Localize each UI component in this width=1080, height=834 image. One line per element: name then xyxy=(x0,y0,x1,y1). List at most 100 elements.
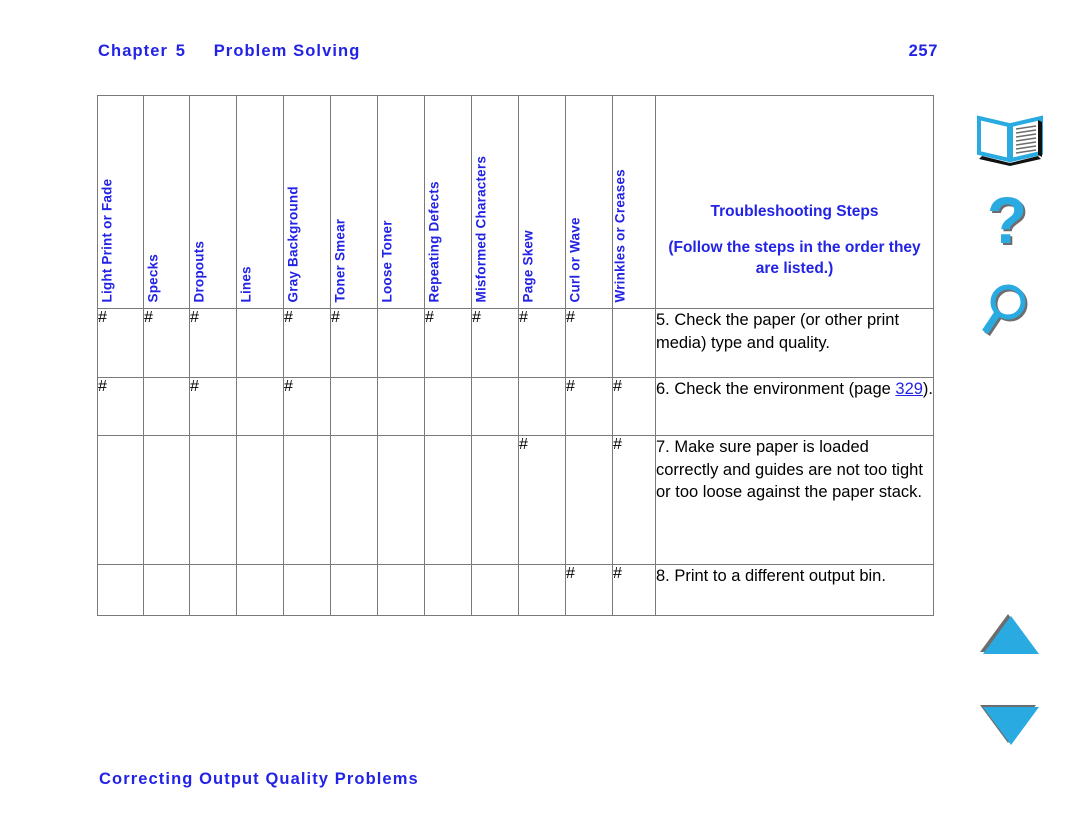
column-header-label: Toner Smear xyxy=(332,218,348,302)
header-page-number: 257 xyxy=(908,42,938,60)
mark-cell: # xyxy=(518,308,566,378)
mark-cell: # xyxy=(565,308,613,378)
mark-cell xyxy=(424,564,472,616)
mark-cell xyxy=(471,564,519,616)
column-header-label: Loose Toner xyxy=(379,219,395,302)
header-chapter-number: 5 xyxy=(175,42,187,60)
mark-cell xyxy=(143,564,190,616)
table-row: # # 7. Make sure paper is loaded correct… xyxy=(97,435,934,565)
step-text: 5. Check the paper (or other print media… xyxy=(656,311,900,352)
mark-cell xyxy=(377,377,425,436)
mark-cell xyxy=(143,377,190,436)
mark-cell xyxy=(424,377,472,436)
mark-cell: # xyxy=(283,308,331,378)
column-header-label: Curl or Wave xyxy=(567,216,583,302)
column-header-wrinkles-or-creases: Wrinkles or Creases xyxy=(612,95,656,309)
column-header-label: Specks xyxy=(145,253,160,302)
column-header-label: Wrinkles or Creases xyxy=(612,168,628,302)
step-text-tail: ). xyxy=(922,380,934,398)
step-text: 8. Print to a different output bin. xyxy=(656,567,886,585)
document-page: Chapter 5 Problem Solving 257 Light Prin… xyxy=(0,0,1080,834)
column-header-label: Repeating Defects xyxy=(426,180,442,302)
mark-cell: # xyxy=(612,435,656,565)
mark-cell xyxy=(189,435,237,565)
mark-cell xyxy=(518,564,566,616)
header-breadcrumb: Chapter 5 Problem Solving xyxy=(98,42,360,61)
column-header-misformed-characters: Misformed Characters xyxy=(471,95,519,309)
table-row: # # # # # 6. Check the environment (page… xyxy=(97,377,934,436)
book-icon[interactable] xyxy=(955,112,1065,166)
mark-cell xyxy=(424,435,472,565)
mark-cell xyxy=(330,435,378,565)
table-row: # # # # # # # # # 5. Check the paper (or… xyxy=(97,308,934,378)
column-header-gray-background: Gray Background xyxy=(283,95,331,309)
svg-text:?: ? xyxy=(987,193,1027,257)
mark-cell xyxy=(236,564,284,616)
column-header-page-skew: Page Skew xyxy=(518,95,566,309)
troubleshooting-steps-title: Troubleshooting Steps xyxy=(710,203,879,220)
mark-cell xyxy=(189,564,237,616)
mark-cell: # xyxy=(612,377,656,436)
page-footer-section-title: Correcting Output Quality Problems xyxy=(99,770,419,788)
mark-cell: # xyxy=(518,435,566,565)
mark-cell: # xyxy=(143,308,190,378)
mark-cell: # xyxy=(565,564,613,616)
mark-cell xyxy=(377,308,425,378)
mark-cell xyxy=(283,564,331,616)
mark-cell xyxy=(377,435,425,565)
mark-cell xyxy=(377,564,425,616)
column-header-light-print-or-fade: Light Print or Fade xyxy=(97,95,144,309)
mark-cell xyxy=(283,435,331,565)
mark-cell xyxy=(471,377,519,436)
question-mark-icon[interactable]: ? ? xyxy=(955,193,1065,265)
table-header-row: Light Print or Fade Specks Dropouts Line… xyxy=(97,95,934,309)
mark-cell xyxy=(236,308,284,378)
column-header-label: Lines xyxy=(238,265,254,302)
column-header-toner-smear: Toner Smear xyxy=(330,95,378,309)
column-header-troubleshooting-steps: Troubleshooting Steps (Follow the steps … xyxy=(655,95,934,309)
mark-cell: # xyxy=(189,308,237,378)
triangle-down-icon[interactable] xyxy=(955,703,1065,747)
mark-cell xyxy=(236,377,284,436)
troubleshooting-step-cell: 7. Make sure paper is loaded correctly a… xyxy=(655,435,934,565)
troubleshooting-step-cell: 8. Print to a different output bin. xyxy=(655,564,934,616)
header-chapter-title: Problem Solving xyxy=(213,42,361,60)
troubleshooting-steps-note: (Follow the steps in the order they are … xyxy=(668,239,921,277)
triangle-up-icon[interactable] xyxy=(955,612,1065,656)
mark-cell: # xyxy=(565,377,613,436)
column-header-dropouts: Dropouts xyxy=(189,95,237,309)
troubleshooting-table-wrapper: Light Print or Fade Specks Dropouts Line… xyxy=(97,95,934,616)
table-body: # # # # # # # # # 5. Check the paper (or… xyxy=(97,308,934,616)
mark-cell: # xyxy=(424,308,472,378)
step-text: 7. Make sure paper is loaded correctly a… xyxy=(656,438,923,502)
mark-cell xyxy=(97,564,144,616)
page-reference-link[interactable]: 329 xyxy=(895,380,923,398)
mark-cell: # xyxy=(189,377,237,436)
mark-cell: # xyxy=(97,308,144,378)
column-header-label: Misformed Characters xyxy=(473,155,489,302)
mark-cell: # xyxy=(283,377,331,436)
column-header-label: Gray Background xyxy=(285,185,301,302)
troubleshooting-step-cell: 5. Check the paper (or other print media… xyxy=(655,308,934,378)
table-row: # # 8. Print to a different output bin. xyxy=(97,564,934,616)
magnifier-icon[interactable] xyxy=(955,280,1065,342)
mark-cell xyxy=(471,435,519,565)
navigation-rail: ? ? xyxy=(955,0,1080,834)
mark-cell xyxy=(612,308,656,378)
mark-cell xyxy=(143,435,190,565)
step-text: 6. Check the environment (page xyxy=(656,380,896,398)
mark-cell: # xyxy=(471,308,519,378)
mark-cell xyxy=(330,564,378,616)
mark-cell: # xyxy=(612,564,656,616)
column-header-label: Light Print or Fade xyxy=(99,178,114,302)
column-header-label: Page Skew xyxy=(520,229,536,302)
mark-cell xyxy=(330,377,378,436)
column-header-loose-toner: Loose Toner xyxy=(377,95,425,309)
header-chapter-label: Chapter xyxy=(98,42,169,60)
column-header-repeating-defects: Repeating Defects xyxy=(424,95,472,309)
column-header-label: Dropouts xyxy=(191,240,207,302)
troubleshooting-step-cell: 6. Check the environment (page 329). xyxy=(655,377,934,436)
mark-cell xyxy=(97,435,144,565)
mark-cell xyxy=(518,377,566,436)
mark-cell xyxy=(565,435,613,565)
